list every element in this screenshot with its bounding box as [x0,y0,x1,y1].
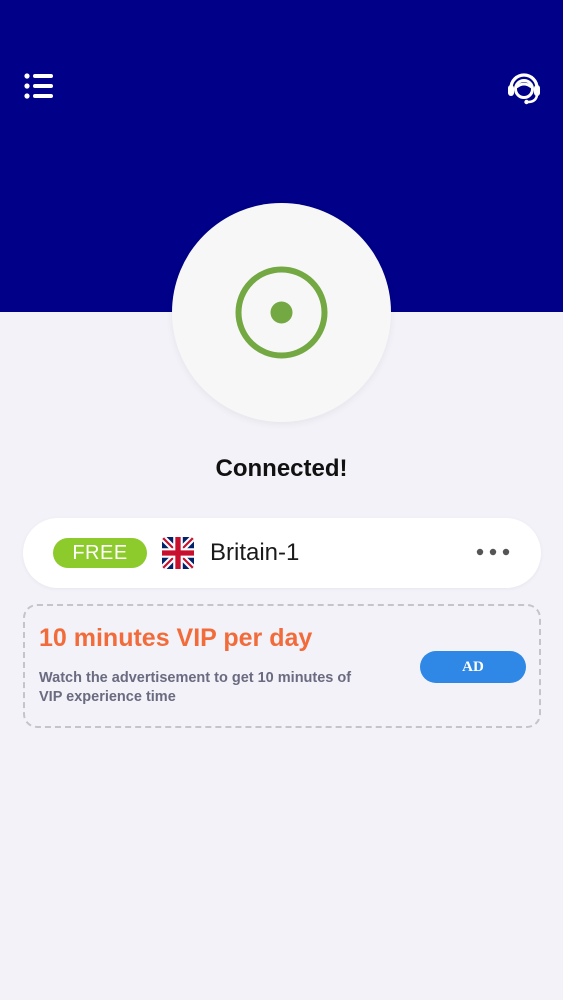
free-badge: FREE [53,538,147,568]
watch-ad-button[interactable]: AD [420,651,526,683]
vip-promo-title: 10 minutes VIP per day [39,624,313,652]
menu-button[interactable] [22,70,56,104]
server-selector[interactable]: FREE Britain-1 [23,518,541,588]
more-dots-icon [476,548,510,556]
server-name: Britain-1 [210,539,300,566]
connect-button[interactable] [172,203,391,422]
connection-status: Connected! [215,455,348,482]
more-options-button[interactable] [475,544,511,560]
headset-support-icon [508,73,540,105]
uk-flag-icon [162,537,194,569]
list-menu-icon [24,73,53,99]
vip-promo-description: Watch the advertisement to get 10 minute… [39,670,352,705]
connected-ring-icon [235,266,328,359]
vip-promo-card: 10 minutes VIP per day Watch the adverti… [23,604,541,728]
support-button[interactable] [504,67,544,107]
